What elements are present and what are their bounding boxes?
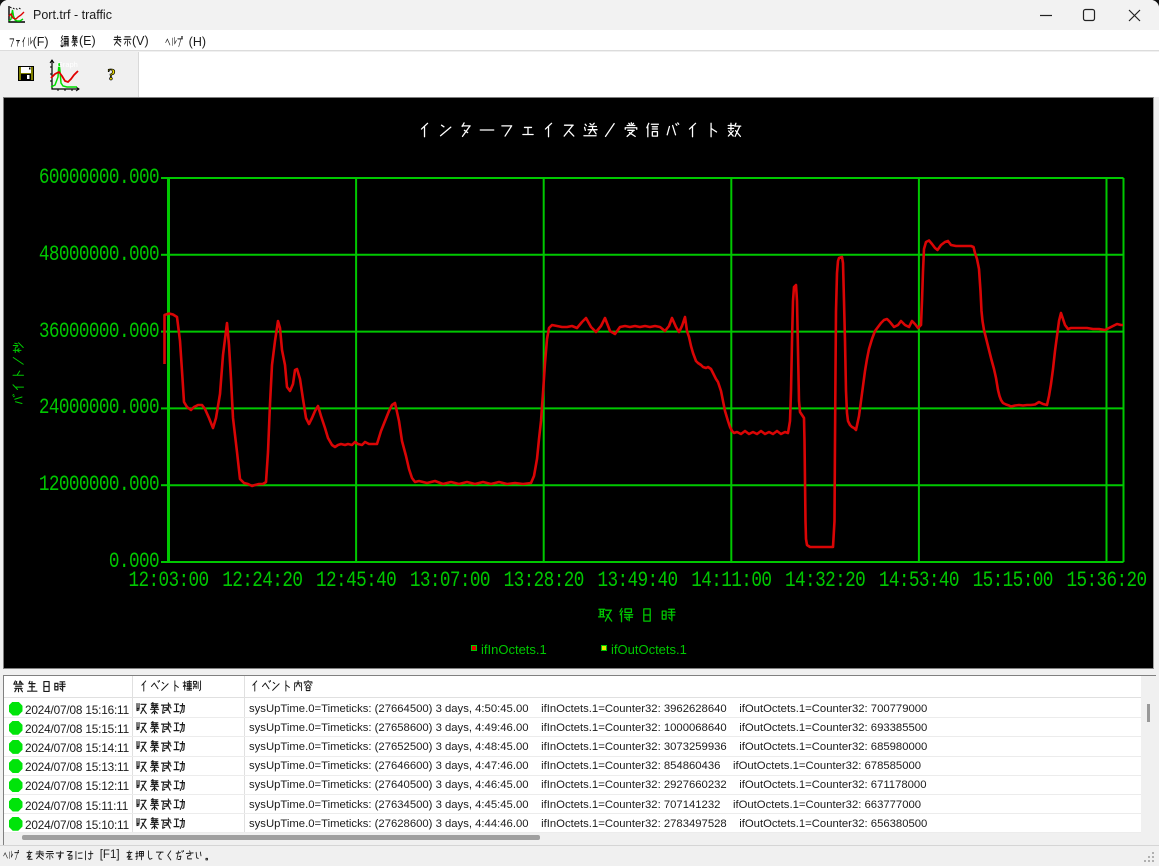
svg-text:?: ? [107, 66, 116, 83]
svg-text:Graph: Graph [57, 60, 78, 69]
